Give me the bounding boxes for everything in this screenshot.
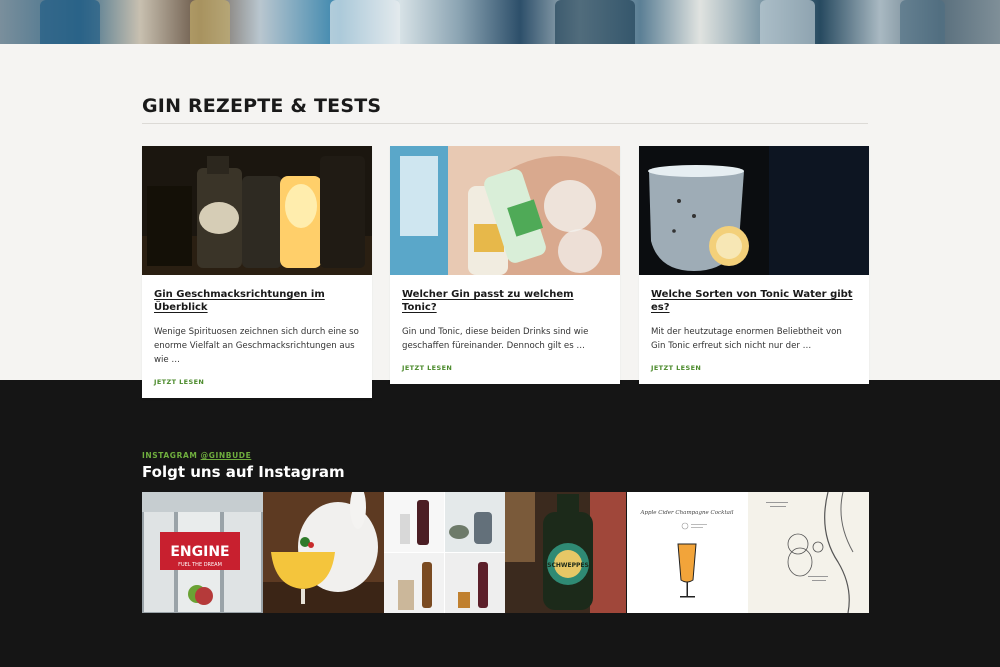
instagram-handle-link[interactable]: @GINBUDE [201,451,252,460]
article-card[interactable]: Welcher Gin passt zu welchem Tonic? Gin … [390,146,620,384]
article-card[interactable]: Welche Sorten von Tonic Water gibt es? M… [639,146,869,384]
read-more-link[interactable]: JETZT LESEN [402,364,608,372]
cocktail-bunny-photo [263,492,384,613]
article-excerpt: Gin und Tonic, diese beiden Drinks sind … [402,327,589,351]
schweppes-bottle-photo: SCHWEPPES [505,492,626,613]
read-more-link[interactable]: JETZT LESEN [651,364,857,372]
gin-bottles-candle-photo [142,146,372,275]
instagram-tile[interactable] [384,492,505,613]
instagram-title: Folgt uns auf Instagram [142,463,345,481]
instagram-tile[interactable] [263,492,384,613]
bottle-label-text: SCHWEPPES [547,562,589,569]
bottle-decor [555,0,635,44]
section-divider [142,123,868,124]
article-thumbnail[interactable] [142,146,372,275]
tile-logo-subtext: FUEL THE DREAM [178,562,222,568]
instagram-tile[interactable]: ENGINE FUEL THE DREAM [142,492,263,613]
article-thumbnail[interactable] [639,146,869,275]
instagram-tile[interactable]: Apple Cider Champagne Cocktail [627,492,748,613]
instagram-kicker: INSTAGRAM @GINBUDE [142,451,251,460]
bottle-decor [760,0,815,44]
bottle-grid-photo [384,492,505,613]
recipe-card-caption: Apple Cider Champagne Cocktail [640,510,734,516]
article-excerpt: Mit der heutzutage enormen Beliebtheit v… [651,327,842,351]
read-more-link[interactable]: JETZT LESEN [154,378,360,386]
bottle-decor [190,0,230,44]
instagram-prefix: INSTAGRAM [142,451,201,460]
slot-machine-engine-photo: ENGINE FUEL THE DREAM [142,492,263,613]
article-title[interactable]: Welcher Gin passt zu welchem Tonic? [402,288,608,314]
article-thumbnail[interactable] [390,146,620,275]
hero-image-strip [0,0,1000,44]
cocktail-recipe-card: Apple Cider Champagne Cocktail [627,492,748,613]
article-excerpt: Wenige Spirituosen zeichnen sich durch e… [154,327,359,365]
gin-tonic-glass-photo [639,146,869,275]
instagram-tile[interactable]: SCHWEPPES [505,492,626,613]
gin-tonic-bottles-photo [390,146,620,275]
bottle-decor [900,0,945,44]
bottle-decor [40,0,100,44]
section-title: GIN REZEPTE & TESTS [142,95,382,117]
winnie-the-pooh-sketch [748,492,869,613]
bottle-decor [330,0,400,44]
article-title[interactable]: Gin Geschmacksrichtungen im Überblick [154,288,360,314]
article-card[interactable]: Gin Geschmacksrichtungen im Überblick We… [142,146,372,398]
tile-logo-text: ENGINE [170,544,229,560]
instagram-tile[interactable] [748,492,869,613]
article-title[interactable]: Welche Sorten von Tonic Water gibt es? [651,288,857,314]
